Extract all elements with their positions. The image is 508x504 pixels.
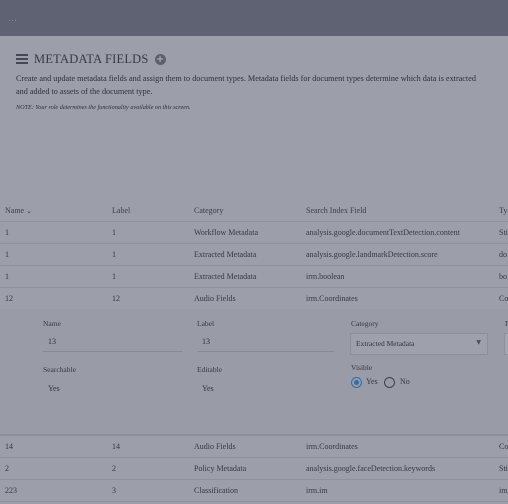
cell-category: Extracted Metadata (194, 265, 306, 288)
cell-type: Co (499, 435, 508, 458)
cell-type: Sti (499, 457, 508, 480)
cell-label: 12 (112, 287, 194, 310)
cell-type: Co (499, 287, 508, 310)
role-note: NOTE: Your role determines the functiona… (16, 104, 191, 111)
label-input-value: 13 (202, 337, 210, 346)
cell-type: Sti (499, 221, 508, 244)
column-header-category[interactable]: Category (194, 200, 306, 222)
visible-field-label: Visible (351, 363, 373, 372)
cell-label: 1 (112, 243, 194, 266)
cell-search-index-field: irm.Coordinates (306, 287, 499, 310)
name-input[interactable]: 13 (43, 331, 183, 352)
table-row[interactable]: 1 1 Workflow Metadata analysis.google.do… (0, 221, 508, 244)
name-field-label: Name (43, 319, 61, 328)
table-row[interactable]: 223 3 Classification irm.im im (0, 479, 508, 502)
cell-name: 1 (0, 221, 112, 244)
top-bar: … (0, 0, 508, 36)
cell-category: Policy Metadata (194, 457, 306, 480)
page-header: METADATA FIELDS + Create and update meta… (16, 52, 496, 111)
cell-type: bo (499, 265, 508, 288)
page-description: Create and update metadata fields and as… (16, 74, 476, 96)
extra-field-input[interactable] (504, 333, 508, 355)
cell-category: Extracted Metadata (194, 243, 306, 266)
column-header-type[interactable]: Ty (499, 200, 508, 222)
searchable-value: Yes (48, 384, 60, 393)
table-row-selected[interactable]: 12 12 Audio Fields irm.Coordinates Co (0, 287, 508, 310)
cell-search-index-field: analysis.google.documentTextDetection.co… (306, 221, 499, 244)
chevron-down-icon: ▼ (476, 339, 481, 346)
editable-value: Yes (202, 384, 214, 393)
cell-search-index-field: irm.boolean (306, 265, 499, 288)
category-field-label: Category (351, 319, 379, 328)
cell-name: 1 (0, 265, 112, 288)
cell-type: do (499, 243, 508, 266)
cell-category: Audio Fields (194, 287, 306, 310)
cell-name: 1 (0, 243, 112, 266)
cell-label: 1 (112, 265, 194, 288)
category-select-value: Extracted Metadata (356, 339, 415, 348)
table-row[interactable]: 2 2 Policy Metadata analysis.google.face… (0, 457, 508, 480)
edit-field-panel: Name 13 Label 13 Category Extracted Meta… (0, 309, 508, 435)
column-header-label[interactable]: Label (112, 200, 194, 222)
table-row[interactable]: 1 1 Extracted Metadata analysis.google.l… (0, 243, 508, 266)
cell-type: im (499, 479, 508, 502)
cell-search-index-field: analysis.google.landmarkDetection.score (306, 243, 499, 266)
visible-no-radio[interactable] (384, 377, 395, 388)
sort-icon[interactable]: ⌄ (26, 207, 32, 215)
visible-yes-radio[interactable] (351, 377, 362, 388)
cell-name: 223 (0, 479, 112, 502)
label-input[interactable]: 13 (197, 331, 334, 352)
searchable-field-label: Searchable (43, 365, 76, 374)
cell-label: 14 (112, 435, 194, 458)
visible-yes-label[interactable]: Yes (366, 377, 378, 386)
cell-category: Workflow Metadata (194, 221, 306, 244)
column-header-name[interactable]: Name ⌄ (0, 200, 112, 222)
searchable-select[interactable]: Yes (43, 377, 183, 397)
cell-category: Audio Fields (194, 435, 306, 458)
table-row[interactable]: 1 1 Extracted Metadata irm.boolean bo (0, 265, 508, 288)
column-header-search-index-field[interactable]: Search Index Field (306, 200, 499, 222)
label-field-label: Label (197, 319, 215, 328)
visible-no-label[interactable]: No (400, 377, 410, 386)
name-input-value: 13 (48, 337, 56, 346)
list-icon (16, 54, 28, 64)
menu-icon[interactable]: … (8, 14, 17, 24)
editable-select[interactable]: Yes (197, 377, 334, 397)
cell-search-index-field: analysis.google.faceDetection.keywords (306, 457, 499, 480)
cell-name: 2 (0, 457, 112, 480)
cell-name: 12 (0, 287, 112, 310)
editable-field-label: Editable (197, 365, 222, 374)
category-select[interactable]: Extracted Metadata ▼ (350, 333, 488, 355)
cell-search-index-field: irm.Coordinates (306, 435, 499, 458)
cell-name: 14 (0, 435, 112, 458)
table-row[interactable]: 14 14 Audio Fields irm.Coordinates Co (0, 435, 508, 458)
add-field-icon[interactable]: + (154, 54, 166, 65)
cell-label: 1 (112, 221, 194, 244)
cell-search-index-field: irm.im (306, 479, 499, 502)
cell-label: 3 (112, 479, 194, 502)
table-header-row: Name ⌄ Label Category Search Index Field… (0, 200, 508, 222)
cell-label: 2 (112, 457, 194, 480)
page-title: METADATA FIELDS (34, 52, 149, 66)
cell-category: Classification (194, 479, 306, 502)
